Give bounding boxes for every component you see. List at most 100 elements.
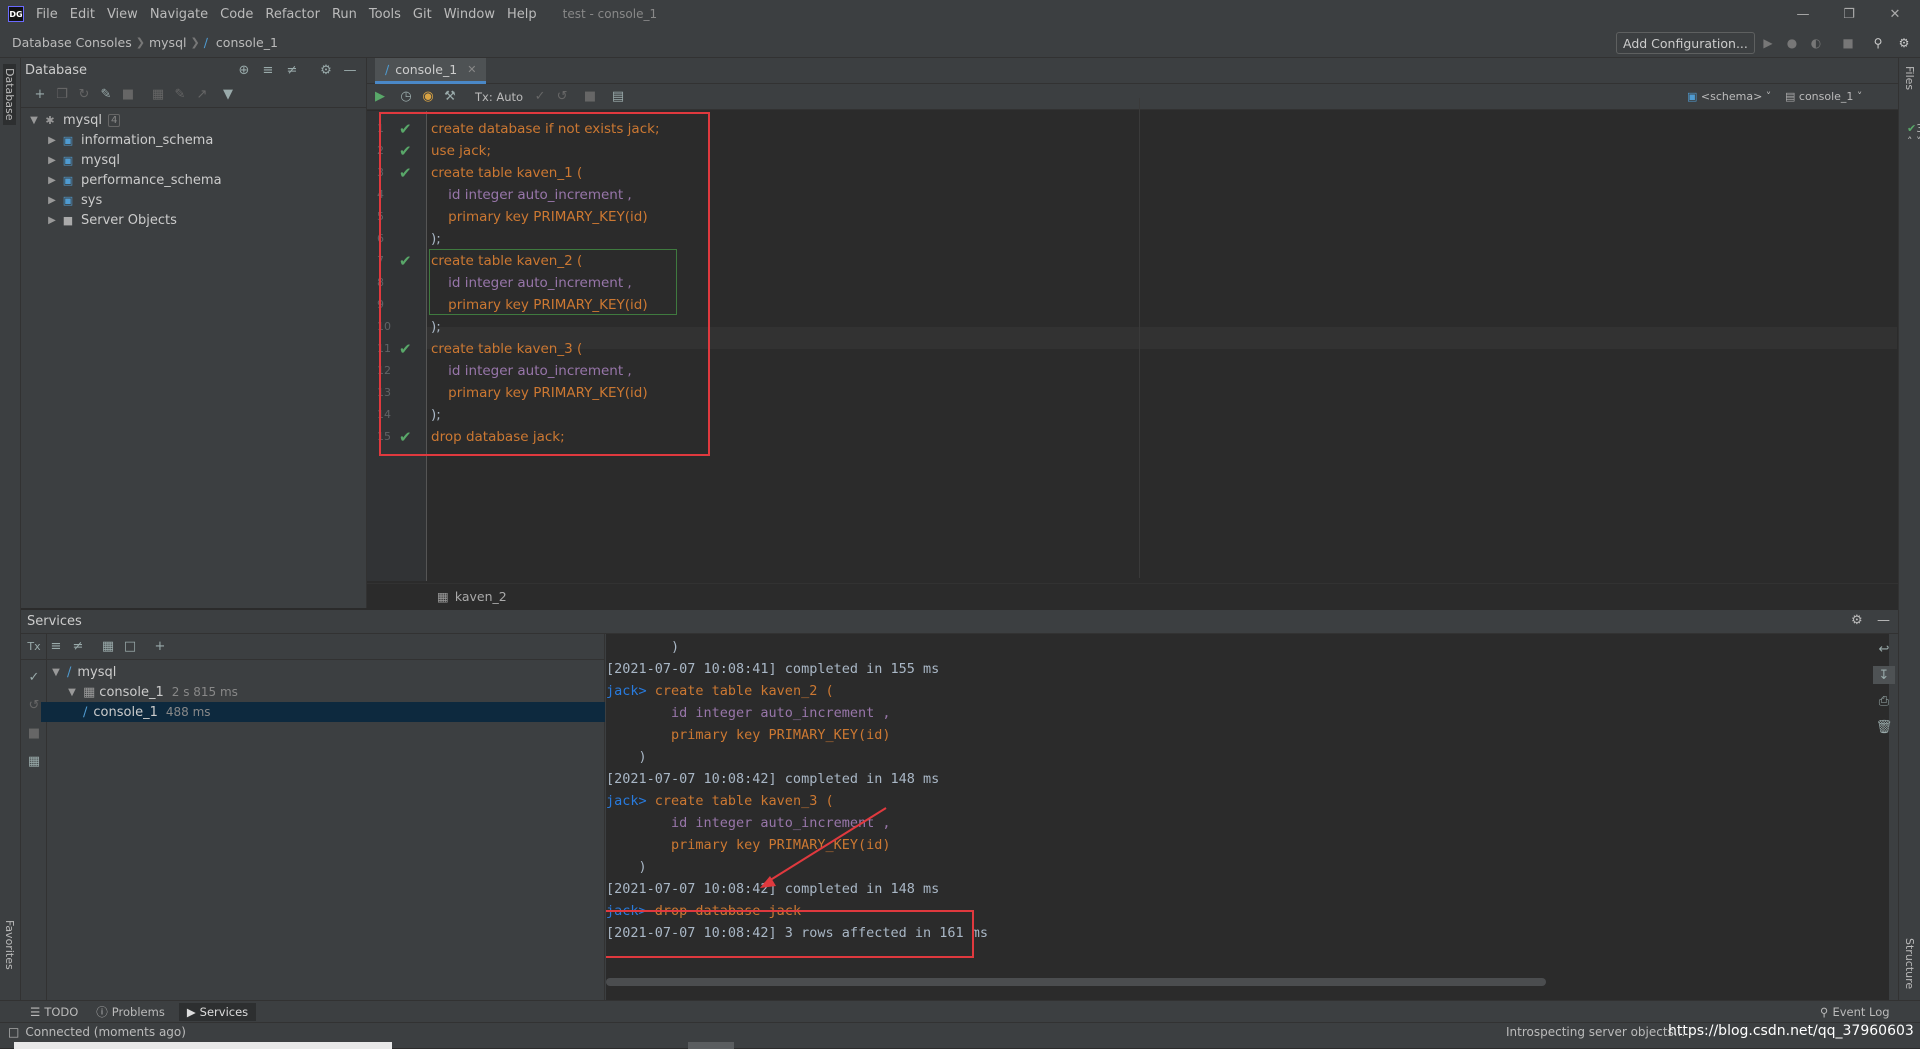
files-tool-tab[interactable]: Files (1903, 66, 1916, 90)
table-icon[interactable]: ▦ (147, 86, 169, 104)
menu-tools[interactable]: Tools (363, 7, 407, 22)
breadcrumb-mysql[interactable]: mysql (145, 35, 191, 50)
stop-icon[interactable]: ■ (23, 724, 45, 742)
refresh-icon[interactable]: ↻ (73, 86, 95, 104)
chevron-right-icon: ▶ (48, 194, 56, 206)
menu-refactor[interactable]: Refactor (259, 7, 326, 22)
collapse-all-icon[interactable]: ≠ (67, 638, 89, 656)
schema-label: <schema> (1700, 90, 1763, 103)
hide-icon[interactable]: — (1877, 613, 1890, 628)
wrench-icon[interactable]: ⚒ (439, 88, 461, 106)
restore-icon[interactable]: ❐ (1826, 0, 1872, 28)
properties-icon[interactable]: ✎ (95, 86, 117, 104)
tree-node-server-objects[interactable]: ▶ ■ Server Objects (27, 210, 366, 230)
problems-tab[interactable]: ⓘ Problems (96, 1004, 165, 1020)
menu-window[interactable]: Window (438, 7, 501, 22)
editor-toolbar: ▶ ◷ ◉ ⚒ Tx: Auto ✓ ↺ ■ ▤ ▣ <schema> ˅ ▤ … (367, 84, 1898, 110)
commit-icon[interactable]: ✓ (529, 88, 551, 106)
output-text: ) (606, 639, 680, 655)
group-icon[interactable]: ▦ (97, 638, 119, 656)
stop-icon[interactable]: ■ (117, 86, 139, 104)
tree-node-information-schema[interactable]: ▶ ▣ information_schema (27, 130, 366, 150)
run-icon[interactable]: ▶ (1760, 35, 1776, 51)
tree-label: performance_schema (81, 172, 222, 188)
copy-icon[interactable]: ❐ (51, 86, 73, 104)
jump-icon[interactable]: ↗ (191, 86, 213, 104)
console-selector[interactable]: ▤ console_1 ˅ (1785, 90, 1862, 103)
menu-file[interactable]: File (30, 7, 64, 22)
schema-selector[interactable]: ▣ <schema> ˅ (1687, 90, 1771, 103)
expand-all-icon[interactable]: ≡ (45, 638, 67, 656)
execute-icon[interactable]: ▶ (369, 88, 391, 106)
expand-all-icon[interactable]: ≡ (257, 61, 279, 79)
locate-icon[interactable]: ⊕ (233, 61, 255, 79)
gear-icon[interactable]: ⚙ (1851, 613, 1863, 628)
breadcrumb-console[interactable]: console_1 (212, 35, 282, 50)
soft-wrap-icon[interactable]: ↩ (1873, 640, 1895, 658)
breadcrumb-database-consoles[interactable]: Database Consoles (8, 35, 136, 50)
favorites-tool-tab[interactable]: Favorites (3, 920, 16, 970)
window-icon: □ (8, 1025, 20, 1039)
tree-node-sys[interactable]: ▶ ▣ sys (27, 190, 366, 210)
stop-icon[interactable]: ■ (579, 88, 601, 106)
search-icon[interactable]: ⚲ (1870, 35, 1886, 51)
commit-icon[interactable]: ✓ (23, 668, 45, 686)
print-icon[interactable]: ⎙ (1873, 692, 1895, 710)
output-line: jack> create table kaven_2 ( (606, 680, 1856, 702)
menu-navigate[interactable]: Navigate (144, 7, 214, 22)
menu-view[interactable]: View (101, 7, 144, 22)
output-icon[interactable]: ▤ (607, 88, 629, 106)
stop-icon[interactable]: ■ (1840, 35, 1856, 51)
tx-icon[interactable]: Tx (23, 638, 45, 656)
services-side-toolbar: ✓ ↺ ■ ▦ (21, 634, 47, 1000)
editor-breadcrumb-label[interactable]: kaven_2 (455, 589, 507, 604)
new-service-icon[interactable]: □ (119, 638, 141, 656)
coverage-icon[interactable]: ◐ (1808, 35, 1824, 51)
close-icon[interactable]: ✕ (1872, 0, 1918, 28)
tree-node-performance-schema[interactable]: ▶ ▣ performance_schema (27, 170, 366, 190)
scroll-to-end-icon[interactable]: ↧ (1873, 666, 1895, 684)
filter-icon[interactable]: ▼ (217, 86, 239, 104)
edit-icon[interactable]: ✎ (169, 86, 191, 104)
add-icon[interactable]: + (29, 86, 51, 104)
inspection-widget[interactable]: ✔3 ˄ ˅ (1907, 122, 1920, 148)
gear-icon[interactable]: ⚙ (1896, 35, 1912, 51)
close-tab-icon[interactable]: ✕ (467, 63, 476, 76)
service-node-console-session[interactable]: ▼ ▦ console_1 2 s 815 ms (49, 682, 605, 702)
add-icon[interactable]: + (149, 638, 171, 656)
horizontal-scrollbar[interactable] (606, 978, 1546, 986)
add-configuration-button[interactable]: Add Configuration... (1616, 32, 1755, 54)
tree-node-mysql[interactable]: ▶ ▣ mysql (27, 150, 366, 170)
console-selector-label: console_1 (1798, 90, 1854, 103)
menu-git[interactable]: Git (407, 7, 438, 22)
services-tab[interactable]: ▶ Services (178, 1002, 257, 1021)
layout-icon[interactable]: ▦ (23, 752, 45, 770)
gear-icon[interactable]: ⚙ (315, 61, 337, 79)
output-text: ) (606, 859, 647, 875)
editor-breadcrumb: ▦ kaven_2 (367, 583, 1898, 608)
todo-label: TODO (44, 1004, 79, 1019)
datasource-icon: ✱ (45, 113, 55, 127)
menu-edit[interactable]: Edit (64, 7, 101, 22)
structure-tool-tab[interactable]: Structure (1903, 938, 1916, 989)
debug-icon[interactable]: ● (1784, 35, 1800, 51)
tab-console-1[interactable]: ∕ console_1 ✕ (375, 58, 487, 84)
menu-run[interactable]: Run (326, 7, 363, 22)
hide-icon[interactable]: — (339, 61, 361, 79)
menu-help[interactable]: Help (501, 7, 543, 22)
service-node-mysql[interactable]: ▼ ∕ mysql (49, 662, 605, 682)
menu-code[interactable]: Code (214, 7, 259, 22)
rollback-icon[interactable]: ↺ (551, 88, 573, 106)
trash-icon[interactable]: 🗑 (1873, 718, 1895, 736)
tree-node-mysql-root[interactable]: ▼ ✱ mysql 4 (27, 110, 366, 130)
minimize-icon[interactable]: — (1780, 0, 1826, 28)
transaction-mode-dropdown[interactable]: Tx: Auto (475, 90, 523, 104)
collapse-all-icon[interactable]: ≠ (281, 61, 303, 79)
todo-tab[interactable]: ☰ TODO (30, 1005, 78, 1019)
event-log-tab[interactable]: ⚲ Event Log (1820, 1005, 1890, 1019)
history-icon[interactable]: ◷ (395, 88, 417, 106)
console-icon: ∕ (83, 704, 88, 720)
database-tool-tab[interactable]: Database (3, 64, 16, 125)
profile-icon[interactable]: ◉ (417, 88, 439, 106)
service-node-console[interactable]: ∕ console_1 488 ms (41, 702, 605, 722)
